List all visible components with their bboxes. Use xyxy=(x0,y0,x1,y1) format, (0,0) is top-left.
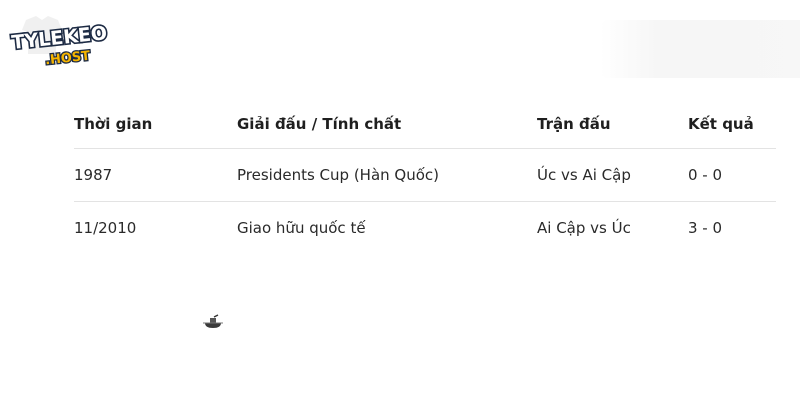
busy-cursor-icon xyxy=(202,314,224,330)
header-match: Trận đấu xyxy=(537,115,611,133)
page: TYLEKEO .HOST Thời gian Giải đấu / Tính … xyxy=(0,0,800,400)
table-row: 1987 Presidents Cup (Hàn Quốc) Úc vs Ai … xyxy=(74,148,776,202)
cell-result: 3 - 0 xyxy=(688,201,776,254)
cell-match: Ai Cập vs Úc xyxy=(537,201,688,254)
header-competition: Giải đấu / Tính chất xyxy=(237,115,402,133)
logo-graphic: TYLEKEO .HOST xyxy=(9,16,110,68)
cell-competition: Presidents Cup (Hàn Quốc) xyxy=(237,148,537,202)
cell-time: 11/2010 xyxy=(74,201,237,254)
header-placeholder xyxy=(600,20,800,78)
table-row: 11/2010 Giao hữu quốc tế Ai Cập vs Úc 3 … xyxy=(74,201,776,254)
cell-time: 1987 xyxy=(74,148,237,202)
cell-competition: Giao hữu quốc tế xyxy=(237,201,537,254)
match-history-table: Thời gian Giải đấu / Tính chất Trận đấu … xyxy=(74,100,776,254)
site-logo[interactable]: TYLEKEO .HOST xyxy=(4,14,116,68)
cell-result: 0 - 0 xyxy=(688,148,776,202)
header-result: Kết quả xyxy=(688,115,754,133)
table-header-row: Thời gian Giải đấu / Tính chất Trận đấu … xyxy=(74,100,776,149)
cell-match: Úc vs Ai Cập xyxy=(537,148,688,202)
header-time: Thời gian xyxy=(74,115,153,133)
